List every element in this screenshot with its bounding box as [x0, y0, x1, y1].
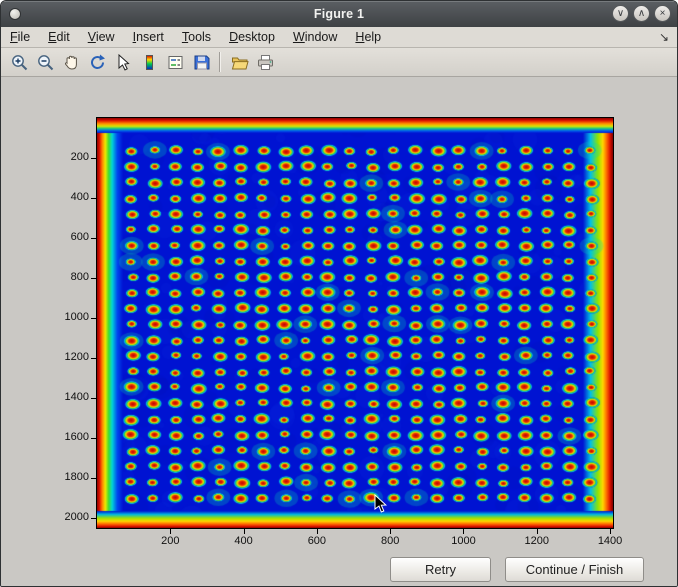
- menu-file[interactable]: File: [1, 28, 39, 46]
- figure-window: Figure 1 ∨ ∧ × File Edit View Insert Too…: [0, 0, 678, 587]
- save-icon[interactable]: [188, 49, 214, 75]
- figure-toolbar: [1, 48, 677, 77]
- toolbar-separator: [219, 52, 221, 72]
- zoom-in-icon[interactable]: [6, 49, 32, 75]
- rotate-3d-icon[interactable]: [84, 49, 110, 75]
- menu-window[interactable]: Window: [284, 28, 346, 46]
- maximize-button[interactable]: ∧: [633, 5, 650, 22]
- menu-help[interactable]: Help: [346, 28, 390, 46]
- continue-finish-button[interactable]: Continue / Finish: [505, 557, 644, 582]
- window-controls: ∨ ∧ ×: [612, 5, 671, 22]
- menu-desktop[interactable]: Desktop: [220, 28, 284, 46]
- dock-figure-icon[interactable]: ↘: [651, 30, 677, 44]
- microarray-heatmap-image[interactable]: [96, 117, 614, 529]
- colorbar-icon[interactable]: [136, 49, 162, 75]
- pan-hand-icon[interactable]: [58, 49, 84, 75]
- print-icon[interactable]: [252, 49, 278, 75]
- zoom-out-icon[interactable]: [32, 49, 58, 75]
- titlebar[interactable]: Figure 1 ∨ ∧ ×: [1, 1, 677, 27]
- minimize-button[interactable]: ∨: [612, 5, 629, 22]
- menu-insert[interactable]: Insert: [124, 28, 173, 46]
- menu-tools[interactable]: Tools: [173, 28, 220, 46]
- retry-button[interactable]: Retry: [390, 557, 491, 582]
- legend-icon[interactable]: [162, 49, 188, 75]
- menu-bar: File Edit View Insert Tools Desktop Wind…: [1, 27, 677, 48]
- menu-edit[interactable]: Edit: [39, 28, 79, 46]
- window-title: Figure 1: [1, 7, 677, 21]
- open-folder-icon[interactable]: [226, 49, 252, 75]
- data-cursor-icon[interactable]: [110, 49, 136, 75]
- window-icon: [9, 8, 21, 20]
- close-button[interactable]: ×: [654, 5, 671, 22]
- menu-view[interactable]: View: [79, 28, 124, 46]
